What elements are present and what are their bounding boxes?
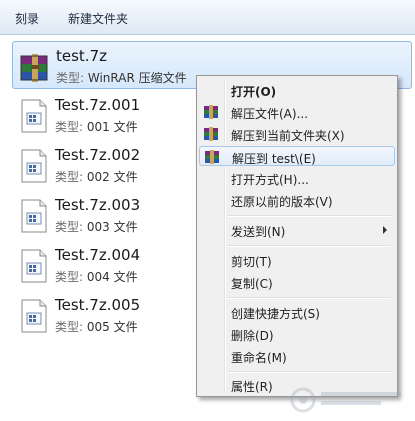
menu-item-create-shortcut[interactable]: 创建快捷方式(S): [199, 302, 395, 322]
menu-item-extract-here[interactable]: 解压到当前文件夹(X): [199, 124, 395, 144]
file-type: 类型: 002 文件: [55, 168, 138, 185]
menu-item-label: 创建快捷方式(S): [231, 307, 320, 321]
file-type: 类型: 004 文件: [55, 268, 138, 285]
menu-item-send-to[interactable]: 发送到(N): [199, 220, 395, 240]
menu-item-cut[interactable]: 剪切(T): [199, 250, 395, 270]
menu-separator: [227, 245, 391, 247]
menu-separator: [227, 371, 391, 373]
menu-item-delete[interactable]: 删除(D): [199, 324, 395, 344]
menu-item-rename[interactable]: 重命名(M): [199, 346, 395, 366]
generic-file-icon: [21, 199, 47, 233]
file-name: Test.7z.002: [55, 146, 141, 164]
file-type-label: 类型:: [55, 270, 84, 284]
menu-separator: [227, 215, 391, 217]
file-type-label: 类型:: [55, 170, 84, 184]
file-name: Test.7z.003: [55, 196, 141, 214]
menu-item-copy[interactable]: 复制(C): [199, 272, 395, 292]
file-type-value: 001 文件: [86, 120, 138, 134]
menu-item-label: 属性(R): [231, 380, 273, 394]
file-type-label: 类型:: [55, 220, 84, 234]
winrar-icon: [205, 150, 219, 164]
menu-item-extract-files[interactable]: 解压文件(A)...: [199, 102, 395, 122]
file-name: Test.7z.004: [55, 246, 141, 264]
menu-item-open[interactable]: 打开(O): [199, 80, 395, 100]
new-folder-button[interactable]: 新建文件夹: [68, 10, 128, 27]
file-name: test.7z: [56, 47, 107, 65]
menu-item-label: 打开方式(H)...: [231, 173, 309, 187]
file-type-value: WinRAR 压缩文件: [87, 71, 187, 85]
burn-button[interactable]: 刻录: [15, 10, 39, 27]
menu-item-label: 解压到 test\(E): [232, 152, 316, 166]
generic-file-icon: [21, 149, 47, 183]
context-menu: 打开(O) 解压文件(A)... 解压到当前文件夹(X) 解压到 test\(E…: [196, 75, 398, 397]
file-name: Test.7z.005: [55, 296, 141, 314]
file-type-value: 005 文件: [86, 320, 138, 334]
menu-item-label: 还原以前的版本(V): [231, 195, 333, 209]
menu-item-label: 解压文件(A)...: [231, 107, 309, 121]
menu-item-label: 发送到(N): [231, 225, 286, 239]
menu-item-label: 剪切(T): [231, 255, 272, 269]
menu-item-extract-to[interactable]: 解压到 test\(E): [199, 146, 395, 166]
menu-item-label: 复制(C): [231, 277, 273, 291]
file-type-label: 类型:: [55, 320, 84, 334]
file-name: Test.7z.001: [55, 96, 141, 114]
watermark-logo: [290, 387, 401, 413]
toolbar: 刻录 新建文件夹: [0, 0, 415, 35]
winrar-icon: [204, 127, 218, 141]
generic-file-icon: [21, 99, 47, 133]
file-type-label: 类型:: [56, 71, 85, 85]
file-type-value: 002 文件: [86, 170, 138, 184]
generic-file-icon: [21, 299, 47, 333]
winrar-archive-icon: [20, 54, 48, 82]
menu-item-label: 打开(O): [231, 85, 277, 99]
file-type-value: 003 文件: [86, 220, 138, 234]
generic-file-icon: [21, 249, 47, 283]
winrar-icon: [204, 105, 218, 119]
file-type: 类型: WinRAR 压缩文件: [56, 69, 187, 86]
menu-item-open-with[interactable]: 打开方式(H)...: [199, 168, 395, 188]
submenu-arrow-icon: [383, 226, 387, 234]
file-type: 类型: 003 文件: [55, 218, 138, 235]
menu-item-label: 解压到当前文件夹(X): [231, 129, 345, 143]
menu-separator: [227, 297, 391, 299]
file-type-value: 004 文件: [86, 270, 138, 284]
menu-item-restore-previous[interactable]: 还原以前的版本(V): [199, 190, 395, 210]
file-type: 类型: 005 文件: [55, 318, 138, 335]
menu-item-label: 重命名(M): [231, 351, 287, 365]
file-type-label: 类型:: [55, 120, 84, 134]
file-type: 类型: 001 文件: [55, 118, 138, 135]
menu-item-label: 删除(D): [231, 329, 274, 343]
